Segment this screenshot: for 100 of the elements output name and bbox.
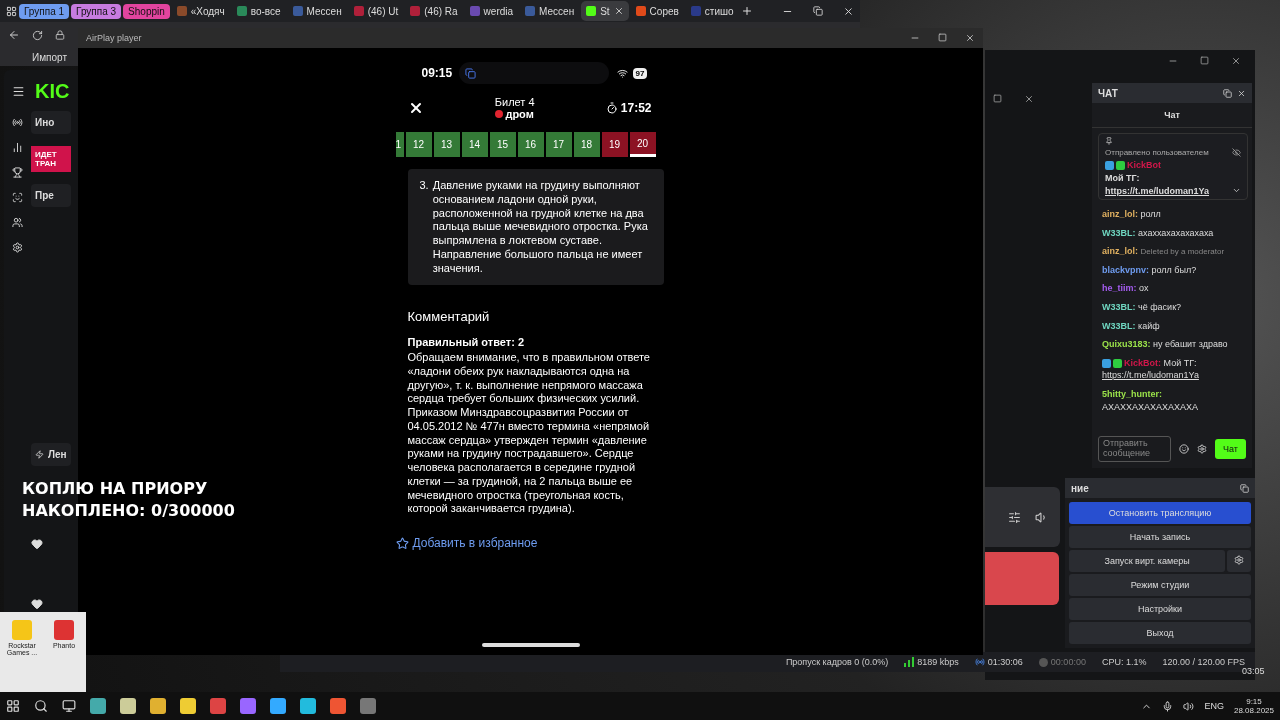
browser-tab[interactable]: «Ходяч [171, 1, 230, 21]
status-text: 01:30:06 [974, 657, 1023, 667]
undock-icon[interactable] [1223, 88, 1232, 98]
status-text: Пропуск кадров 0 (0.0%) [785, 657, 889, 667]
kick-logo: KIC [35, 80, 70, 103]
tab-group[interactable]: Shoppin [123, 3, 170, 19]
back-icon[interactable] [8, 29, 20, 41]
browser-tab[interactable]: стишо [685, 1, 739, 21]
settings-button[interactable] [1227, 550, 1251, 572]
question-tab[interactable]: 12 [405, 132, 432, 157]
settings-icon[interactable] [1197, 444, 1208, 455]
status-text: CPU: 1.1% [1101, 657, 1147, 667]
status-text: 120.00 / 120.00 FPS [1162, 657, 1245, 667]
mic-icon[interactable] [1162, 700, 1174, 712]
wifi-icon [616, 67, 628, 79]
emoji-icon[interactable] [1179, 444, 1190, 455]
dock-title: ние [1071, 482, 1089, 494]
ticket-title: Билет 4 [494, 96, 535, 108]
maximize-icon[interactable] [1200, 56, 1209, 65]
live-icon [974, 657, 985, 667]
control-button[interactable]: Начать запись [1069, 526, 1251, 548]
star-icon [395, 536, 409, 550]
close-tab-icon[interactable] [613, 6, 624, 16]
question-tab[interactable]: 13 [433, 132, 460, 157]
question-tab[interactable]: 20 [629, 132, 656, 157]
control-button[interactable]: Режим студии [1069, 574, 1251, 596]
question-tab[interactable]: 1 [395, 132, 404, 157]
search-icon[interactable] [34, 699, 48, 713]
tab-group[interactable]: Группа 1 [19, 3, 70, 19]
chat-message: ainz_lol: Deleted by a moderator [1102, 245, 1226, 258]
maximize-icon[interactable] [993, 94, 1002, 103]
menu-icon[interactable] [12, 85, 25, 98]
question-tab[interactable]: 19 [601, 132, 628, 157]
close-icon[interactable] [843, 5, 854, 17]
control-button[interactable]: Остановить трансляцию [1069, 502, 1251, 524]
camera-icon[interactable] [12, 192, 23, 203]
new-tab-icon[interactable] [740, 5, 753, 17]
bookmark-link[interactable]: Импорт [32, 51, 67, 63]
task-view-icon[interactable] [62, 699, 76, 713]
answer-option[interactable]: 3. Давление руками на грудину выполняют основанием ладони одной руки, расположенной на грудной клетке на два пальца выше мечевидного отростка. Рука выпрямлена в локтевом суставе. Направление большого пальца не имеет значения. [407, 169, 664, 286]
chart-icon[interactable] [12, 142, 23, 153]
users-icon[interactable] [12, 217, 23, 228]
tab-actions-icon[interactable] [6, 5, 17, 17]
undock-icon[interactable] [1240, 483, 1249, 493]
sliders-icon[interactable] [1008, 510, 1021, 524]
chat-message: KickBot: Мой ТГ: https://t.me/ludoman1Ya [1102, 356, 1200, 382]
settings-icon[interactable] [12, 242, 23, 253]
browser-tab[interactable]: St [581, 1, 629, 21]
close-icon[interactable] [965, 33, 975, 43]
chat-message: he_tiim: ох [1102, 282, 1150, 295]
chat-message: W33BL: ахаххахахахахаха [1102, 226, 1215, 240]
chat-header: Чат [1092, 103, 1252, 128]
browser-tab[interactable]: Сорев [630, 1, 684, 21]
gear-icon [1234, 555, 1245, 565]
section-header: Ино [31, 111, 71, 134]
browser-tab[interactable]: (46) Ut [348, 1, 404, 21]
broadcast-icon[interactable] [12, 117, 23, 128]
browser-tab[interactable]: werdia [464, 1, 519, 21]
message-field[interactable]: Отправить сообщение [1098, 436, 1172, 462]
favorite-link[interactable]: Добавить в избранное [395, 536, 666, 550]
question-tab[interactable]: 14 [461, 132, 488, 157]
browser-tab[interactable]: во-все [231, 1, 286, 21]
question-tab[interactable]: 17 [545, 132, 572, 157]
close-icon[interactable] [1231, 56, 1241, 66]
question-tab[interactable]: 18 [573, 132, 600, 157]
chat-message: W33BL: кайф [1102, 319, 1161, 333]
chat-message: blackvpnv: ролл был? [1102, 263, 1198, 277]
dock-title: ЧАТ [1098, 87, 1118, 99]
pin-icon [1105, 137, 1113, 145]
heart-icon[interactable] [31, 598, 43, 610]
restore-icon[interactable] [813, 5, 823, 16]
control-button[interactable]: Выход [1069, 622, 1251, 644]
hide-icon[interactable] [1232, 148, 1241, 157]
close-icon[interactable] [1024, 94, 1034, 104]
close-icon[interactable] [1237, 88, 1246, 98]
reload-icon[interactable] [32, 29, 43, 41]
video-time: 03:05 [1242, 666, 1265, 676]
lock-icon [55, 30, 65, 40]
volume-icon[interactable] [1183, 700, 1195, 712]
question-tab[interactable]: 15 [489, 132, 516, 157]
speaker-icon[interactable] [1035, 510, 1048, 524]
timer: 17:52 [620, 101, 652, 115]
maximize-icon[interactable] [938, 33, 947, 42]
signal-icon [904, 657, 915, 667]
control-button[interactable]: Запуск вирт. камеры [1069, 550, 1226, 572]
control-button[interactable]: Настройки [1069, 598, 1251, 620]
chat-button[interactable]: Чат [1215, 439, 1246, 460]
verified-badge-icon [1113, 358, 1122, 368]
language-indicator[interactable]: ENG [1204, 701, 1224, 711]
start-icon[interactable] [6, 699, 20, 713]
pinned-message: Отправлено пользователем KickBot Мой ТГ: https://t.me/ludoman1Ya [1098, 133, 1248, 201]
browser-tab[interactable]: Мессен [287, 1, 347, 21]
heart-icon[interactable] [31, 538, 43, 550]
browser-tab[interactable]: (46) Ra [405, 1, 463, 21]
trophy-icon[interactable] [12, 167, 23, 178]
question-tab[interactable]: 16 [517, 132, 544, 157]
tab-group[interactable]: Группа 3 [71, 3, 122, 19]
browser-tab[interactable]: Мессен [520, 1, 580, 21]
overlay-text: КОПЛЮ НА ПРИОРУ НАКОПЛЕНО: 0/300000 [22, 478, 235, 523]
taskbar-clock[interactable]: 9:15 28.08.2025 [1233, 697, 1274, 715]
